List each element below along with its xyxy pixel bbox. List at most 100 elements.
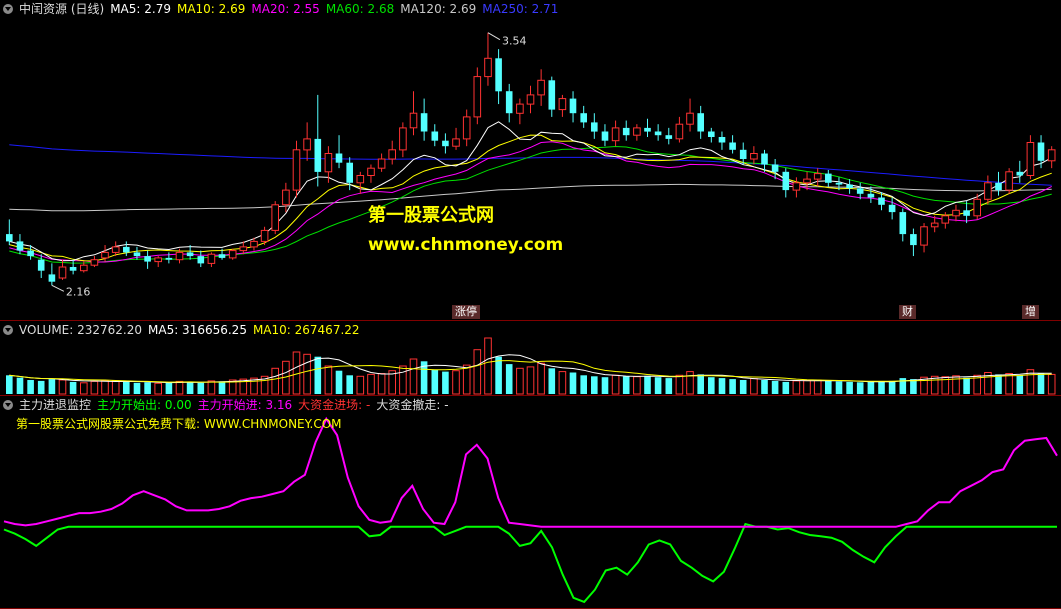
candle — [591, 122, 598, 132]
candle — [6, 234, 13, 242]
candle — [431, 131, 439, 141]
candle — [197, 256, 205, 264]
candle — [101, 251, 109, 259]
volume-bar — [452, 370, 460, 395]
volume-bar — [813, 379, 822, 395]
candle — [90, 259, 99, 266]
indicator-header: 主力进退监控 主力开始出: 0.00 主力开始进: 3.16 大资金进场: - 大资金撤… — [0, 397, 455, 413]
volume-bar — [356, 375, 365, 395]
event-tag-finance[interactable]: 财 — [899, 305, 916, 319]
volume-bar — [825, 380, 832, 394]
collapse-icon[interactable] — [3, 400, 13, 410]
candle — [324, 153, 333, 173]
candle — [495, 58, 502, 92]
volume-bar — [462, 364, 471, 395]
candle — [813, 173, 822, 180]
volume-bar — [782, 381, 790, 394]
volume-bar — [314, 356, 322, 394]
ma60-legend: MA60: 2.68 — [325, 2, 395, 16]
candle — [442, 140, 449, 147]
volume-bar — [218, 381, 226, 394]
volume-bar — [654, 377, 662, 394]
volume-bar — [856, 382, 864, 394]
candle — [558, 98, 567, 111]
volume-bar — [101, 380, 109, 395]
volume-bar — [516, 367, 524, 395]
volume-bar — [69, 381, 77, 394]
ma20-legend: MA20: 2.55 — [251, 2, 320, 16]
candle — [123, 246, 130, 253]
volume-bar — [686, 371, 694, 395]
candle — [654, 131, 662, 136]
candle — [644, 127, 651, 132]
candle — [675, 123, 684, 140]
volume-bar — [601, 377, 609, 394]
candle — [250, 240, 258, 248]
candle — [186, 252, 194, 257]
candle — [165, 257, 173, 260]
candle — [111, 246, 120, 253]
volume-bar — [473, 349, 482, 395]
candle — [580, 113, 587, 123]
volume-bar — [186, 381, 194, 394]
candle — [930, 222, 939, 228]
volume-bar — [367, 373, 375, 395]
volume-legend: VOLUME: 232762.20 — [19, 323, 142, 337]
candle — [750, 153, 758, 160]
volume-bar — [399, 365, 407, 395]
candle — [346, 162, 353, 183]
candle — [910, 234, 917, 246]
candle — [878, 197, 885, 205]
volume-bar — [718, 378, 726, 394]
high-marker — [487, 32, 501, 41]
candle — [1005, 171, 1013, 191]
candle — [388, 149, 396, 160]
indicator-enter-legend: 大资金进场: - — [298, 398, 371, 412]
volume-bar — [803, 380, 811, 395]
candle — [622, 127, 630, 136]
indicator-note: 第一股票公式网股票公式免费下载: WWW.CHNMONEY.COM — [16, 417, 342, 431]
volume-bar — [761, 380, 768, 394]
volume-bar — [633, 376, 641, 395]
candle — [718, 137, 726, 143]
volume-bar — [675, 374, 684, 395]
volume-bar — [1005, 373, 1013, 395]
candle — [697, 113, 704, 132]
collapse-icon[interactable] — [3, 325, 13, 335]
volume-bar — [133, 382, 141, 394]
volume-bar — [591, 376, 598, 394]
volume-bar — [303, 353, 311, 395]
low-price-label: 2.16 — [66, 285, 91, 298]
volume-bar — [708, 377, 715, 394]
volume-bar — [37, 380, 45, 394]
volume-bar — [442, 371, 449, 394]
candle — [1037, 142, 1045, 161]
watermark-title: 第一股票公式网 — [368, 205, 494, 226]
event-tag-increase[interactable]: 增 — [1022, 305, 1039, 319]
indicator-green-line — [3, 522, 1057, 604]
candle — [548, 80, 556, 110]
candle — [920, 226, 928, 246]
candle — [303, 138, 311, 151]
candle — [58, 266, 67, 279]
candle — [601, 131, 609, 141]
volume-bar — [739, 380, 747, 394]
volume-bar — [548, 368, 556, 394]
event-tag-limit-up[interactable]: 涨停 — [452, 305, 480, 319]
watermark-url: www.chnmoney.com — [368, 235, 564, 255]
volume-bar — [835, 381, 843, 394]
ma250-legend: MA250: 2.71 — [482, 2, 559, 16]
volume-bar — [48, 379, 56, 394]
candle — [144, 256, 151, 262]
candle — [899, 212, 907, 235]
candle — [367, 167, 375, 176]
volume-bar — [558, 371, 567, 395]
volume-bar — [123, 381, 130, 394]
candle — [963, 210, 970, 216]
ma120-legend: MA120: 2.69 — [400, 2, 477, 16]
collapse-icon[interactable] — [3, 4, 13, 14]
volume-bar — [697, 374, 704, 394]
volume-bar — [729, 379, 736, 394]
candle — [409, 112, 418, 129]
candle — [292, 149, 301, 191]
